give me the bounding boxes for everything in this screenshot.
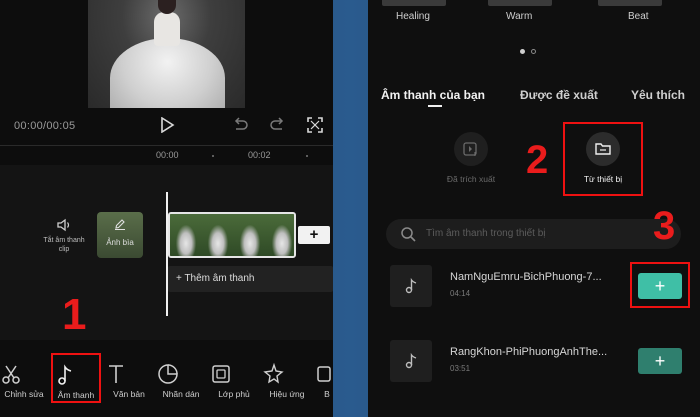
text-icon bbox=[109, 365, 123, 383]
carousel-dots bbox=[520, 41, 542, 59]
category-label[interactable]: Beat bbox=[628, 11, 649, 22]
effects-icon bbox=[263, 362, 284, 384]
category-thumb[interactable] bbox=[382, 0, 446, 6]
tool-text[interactable]: Văn bản bbox=[104, 362, 154, 399]
song-duration: 04:14 bbox=[450, 289, 471, 298]
highlight-box-2 bbox=[563, 122, 643, 196]
overlay-icon bbox=[212, 365, 230, 383]
tool-overlay-label: Lớp phủ bbox=[218, 389, 250, 399]
category-thumb[interactable] bbox=[598, 0, 662, 6]
clip-frame bbox=[266, 214, 294, 256]
video-preview[interactable] bbox=[88, 0, 245, 108]
song-title: NamNguEmru-BichPhuong-7... bbox=[450, 271, 602, 283]
step-number-3: 3 bbox=[653, 204, 676, 248]
tool-more-label: B bbox=[324, 389, 330, 399]
tool-edit[interactable]: Chỉnh sửa bbox=[0, 362, 49, 399]
tab-underline bbox=[428, 105, 442, 107]
add-clip-button[interactable]: + bbox=[298, 226, 330, 244]
extract-video-icon bbox=[463, 142, 477, 156]
ruler-dot bbox=[306, 155, 308, 157]
editor-panel: 00:00/00:05 00:00 00:02 Tắt âm thanh cli… bbox=[0, 0, 333, 417]
playhead[interactable] bbox=[166, 192, 168, 316]
tool-text-label: Văn bản bbox=[113, 389, 145, 399]
tool-edit-label: Chỉnh sửa bbox=[4, 389, 44, 399]
tool-effects[interactable]: Hiệu ứng bbox=[262, 362, 312, 399]
preview-figure bbox=[154, 12, 180, 46]
ruler-time-0: 00:00 bbox=[156, 150, 179, 160]
add-audio-button[interactable]: + Thêm âm thanh bbox=[168, 266, 333, 292]
clip-frame bbox=[202, 214, 234, 256]
tab-favorites[interactable]: Yêu thích bbox=[631, 88, 685, 102]
cover-label: Ảnh bìa bbox=[106, 238, 134, 247]
source-extracted[interactable]: Đã trích xuất bbox=[436, 132, 506, 184]
more-icon bbox=[317, 366, 331, 382]
clip-frame bbox=[170, 214, 202, 256]
song-thumb bbox=[390, 265, 432, 307]
category-label[interactable]: Warm bbox=[506, 11, 532, 22]
music-note-icon bbox=[405, 352, 417, 369]
tool-audio[interactable]: Âm thanh bbox=[51, 353, 101, 403]
music-note-icon bbox=[405, 277, 417, 294]
tool-overlay[interactable]: Lớp phủ bbox=[209, 362, 259, 399]
category-label[interactable]: Healing bbox=[396, 11, 430, 22]
clip-frame bbox=[234, 214, 266, 256]
source-extracted-label: Đã trích xuất bbox=[446, 174, 496, 184]
mute-clip-button[interactable]: Tắt âm thanh clip bbox=[42, 218, 86, 254]
search-icon bbox=[401, 227, 416, 242]
preview-dress bbox=[110, 38, 225, 108]
undo-icon[interactable] bbox=[232, 117, 248, 133]
scissors-icon bbox=[2, 365, 20, 384]
step-number-1: 1 bbox=[62, 290, 87, 339]
tab-your-audio[interactable]: Âm thanh của bạn bbox=[381, 88, 485, 102]
song-row[interactable]: RangKhon-PhiPhuongAnhThe... 03:51 + bbox=[388, 340, 688, 390]
tab-suggested[interactable]: Được đề xuất bbox=[520, 88, 598, 102]
song-title: RangKhon-PhiPhuongAnhThe... bbox=[450, 346, 608, 358]
song-thumb bbox=[390, 340, 432, 382]
audio-picker-panel: Healing Warm Beat Âm thanh của bạn Được … bbox=[368, 0, 700, 417]
fullscreen-icon[interactable] bbox=[307, 117, 323, 133]
step-number-2: 2 bbox=[526, 138, 549, 182]
tool-more[interactable]: B bbox=[312, 362, 333, 399]
redo-icon[interactable] bbox=[270, 117, 286, 133]
ruler-time-1: 00:02 bbox=[248, 150, 271, 160]
source-extracted-circle bbox=[454, 132, 488, 166]
playback-time: 00:00/00:05 bbox=[14, 120, 76, 132]
search-audio-input[interactable]: Tìm âm thanh trong thiết bị bbox=[386, 219, 681, 249]
tool-sticker[interactable]: Nhãn dán bbox=[156, 362, 206, 399]
screenshot-frame: 00:00/00:05 00:00 00:02 Tắt âm thanh cli… bbox=[0, 0, 700, 417]
edit-pencil-icon bbox=[115, 219, 125, 230]
carousel-dot-active bbox=[520, 49, 525, 54]
bottom-toolbar: Chỉnh sửa Âm thanh Văn bản Nhãn dán Lớp … bbox=[0, 352, 333, 417]
add-song-button[interactable]: + bbox=[638, 348, 682, 374]
tool-effects-label: Hiệu ứng bbox=[269, 389, 305, 399]
timeline-ruler: 00:00 00:02 bbox=[0, 145, 333, 165]
speaker-icon bbox=[57, 218, 70, 232]
mute-clip-label: Tắt âm thanh clip bbox=[43, 237, 85, 253]
play-icon[interactable] bbox=[159, 117, 175, 133]
music-note-icon bbox=[58, 364, 72, 385]
song-duration: 03:51 bbox=[450, 364, 471, 373]
ruler-dot bbox=[212, 155, 214, 157]
sticker-icon bbox=[158, 364, 178, 384]
video-clip[interactable] bbox=[168, 212, 296, 258]
search-placeholder: Tìm âm thanh trong thiết bị bbox=[426, 228, 546, 239]
highlight-box-3 bbox=[630, 262, 690, 308]
category-thumb[interactable] bbox=[488, 0, 552, 6]
tool-sticker-label: Nhãn dán bbox=[162, 389, 200, 399]
cover-button[interactable]: Ảnh bìa bbox=[97, 212, 143, 258]
carousel-dot bbox=[531, 49, 536, 54]
tool-audio-label: Âm thanh bbox=[57, 390, 95, 400]
